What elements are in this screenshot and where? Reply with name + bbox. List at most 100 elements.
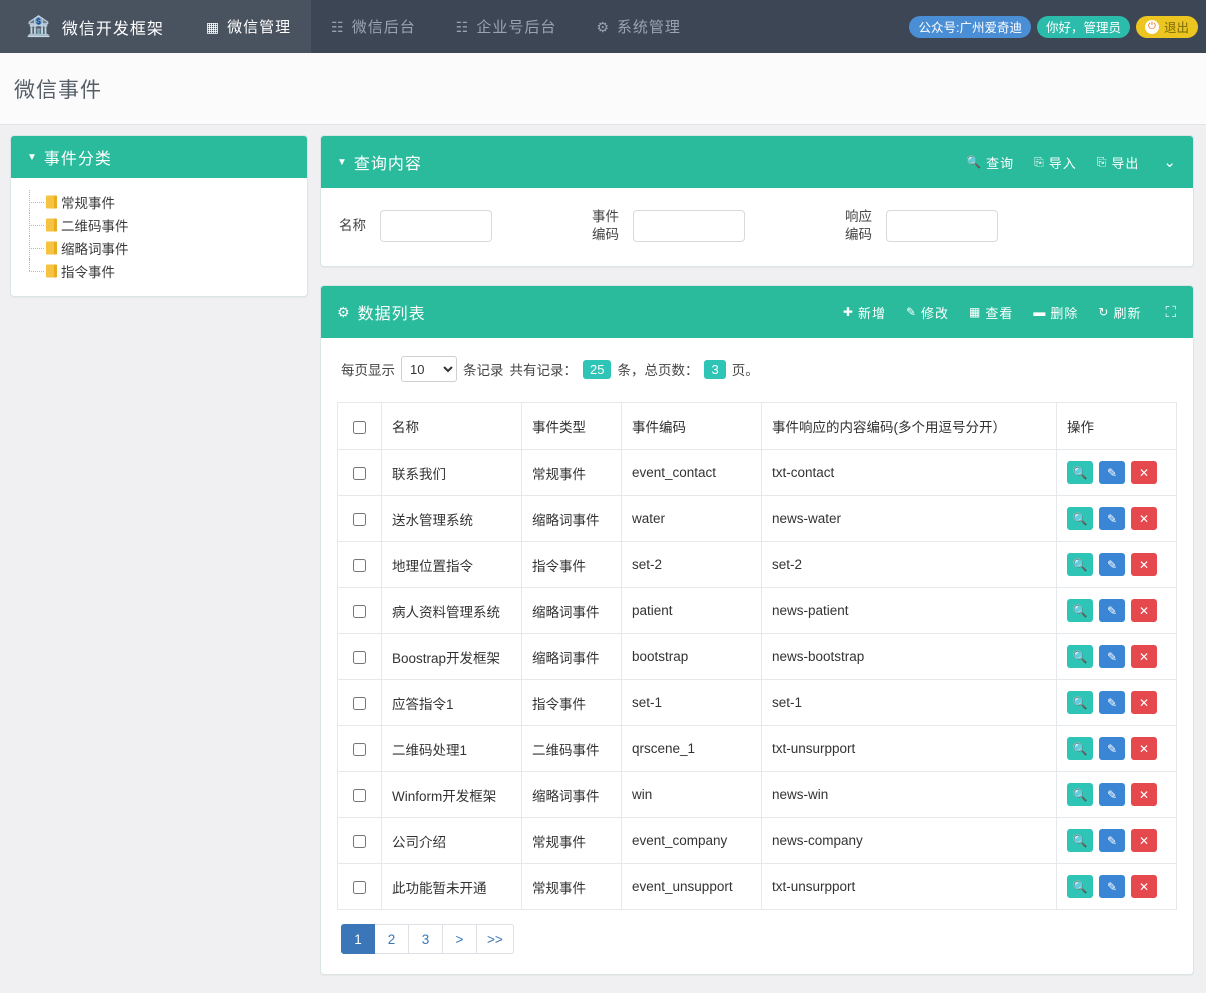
pencil-icon-button[interactable]: ✎ [1099, 507, 1125, 531]
table-row[interactable]: 公司介绍 常规事件 event_company news-company 🔍 ✎… [337, 817, 1177, 865]
logout-label: 退出 [1163, 21, 1189, 35]
pencil-icon-button[interactable]: ✎ [1099, 829, 1125, 853]
cell-type: 指令事件 [521, 679, 622, 727]
table-row[interactable]: 应答指令1 指令事件 set-1 set-1 🔍 ✎ ✕ [337, 679, 1177, 727]
nav-item-wechat-backend[interactable]: ☷ 微信后台 [311, 0, 436, 53]
column-header-name[interactable]: 名称 [381, 402, 522, 451]
row-checkbox[interactable] [353, 605, 366, 619]
cell-name: 二维码处理1 [381, 725, 522, 773]
cell-response: set-1 [761, 679, 1057, 727]
add-button[interactable]: ✚ 新增 [843, 303, 886, 322]
pencil-icon-button[interactable]: ✎ [1099, 783, 1125, 807]
delete-button[interactable]: ▬ 删除 [1033, 303, 1078, 322]
left-column: ▼ 事件分类 常规事件 二维码事件 缩略词事件 指令事件 [10, 135, 308, 315]
search-button[interactable]: 🔍 查询 [966, 153, 1014, 172]
nav-item-system-management[interactable]: ⚙ 系统管理 [576, 0, 701, 53]
column-header-type[interactable]: 事件类型 [521, 402, 622, 451]
column-header-response[interactable]: 事件响应的内容编码(多个用逗号分开） [761, 402, 1057, 451]
row-checkbox[interactable] [353, 697, 366, 711]
row-checkbox[interactable] [353, 559, 366, 573]
row-select-cell [337, 817, 382, 865]
edit-button[interactable]: ✎ 修改 [906, 303, 949, 322]
apps-icon: ☷ [331, 18, 345, 35]
row-checkbox[interactable] [353, 789, 366, 803]
name-field-label: 名称 [339, 218, 366, 234]
table-row[interactable]: 二维码处理1 二维码事件 qrscene_1 txt-unsurpport 🔍 … [337, 725, 1177, 773]
close-icon-button[interactable]: ✕ [1131, 691, 1157, 715]
magnifier-icon-button[interactable]: 🔍 [1067, 461, 1093, 485]
pencil-icon-button[interactable]: ✎ [1099, 645, 1125, 669]
row-checkbox[interactable] [353, 513, 366, 527]
logout-button[interactable]: ⏻ 退出 [1135, 15, 1198, 38]
pencil-icon-button[interactable]: ✎ [1099, 461, 1125, 485]
last-page-button[interactable]: >> [477, 924, 514, 955]
close-icon-button[interactable]: ✕ [1131, 645, 1157, 669]
qr-icon: ☷ [455, 18, 470, 35]
minus-icon: ▬ [1033, 305, 1047, 320]
row-checkbox[interactable] [353, 467, 366, 481]
close-icon-button[interactable]: ✕ [1131, 875, 1157, 899]
page-size-select[interactable]: 10 [401, 356, 457, 383]
table-row[interactable]: 地理位置指令 指令事件 set-2 set-2 🔍 ✎ ✕ [337, 541, 1177, 589]
cell-code: patient [621, 587, 762, 635]
page-button-1[interactable]: 1 [341, 924, 375, 955]
magnifier-icon-button[interactable]: 🔍 [1067, 875, 1093, 899]
close-icon-button[interactable]: ✕ [1131, 461, 1157, 485]
row-checkbox[interactable] [353, 651, 366, 665]
pencil-icon-button[interactable]: ✎ [1099, 737, 1125, 761]
row-select-cell [337, 633, 382, 681]
tree-item-regular-event[interactable]: 常规事件 [29, 190, 307, 213]
close-icon-button[interactable]: ✕ [1131, 829, 1157, 853]
brand-logo[interactable]: 🏦 微信开发框架 [0, 0, 186, 53]
magnifier-icon-button[interactable]: 🔍 [1067, 645, 1093, 669]
refresh-button[interactable]: ↻ 刷新 [1098, 303, 1141, 322]
pencil-icon-button[interactable]: ✎ [1099, 691, 1125, 715]
close-icon-button[interactable]: ✕ [1131, 553, 1157, 577]
page-button-2[interactable]: 2 [375, 924, 409, 955]
tree-item-qrcode-event[interactable]: 二维码事件 [29, 213, 307, 236]
table-row[interactable]: 病人资料管理系统 缩略词事件 patient news-patient 🔍 ✎ … [337, 587, 1177, 635]
row-checkbox[interactable] [353, 835, 366, 849]
chevron-down-icon[interactable]: ⌄ [1163, 153, 1177, 171]
event-code-input[interactable] [633, 210, 745, 243]
table-row[interactable]: Boostrap开发框架 缩略词事件 bootstrap news-bootst… [337, 633, 1177, 681]
magnifier-icon-button[interactable]: 🔍 [1067, 737, 1093, 761]
expand-icon[interactable]: ⛶ [1165, 304, 1177, 321]
caret-down-icon[interactable]: ▼ [27, 152, 38, 163]
row-checkbox[interactable] [353, 881, 366, 895]
table-row[interactable]: Winform开发框架 缩略词事件 win news-win 🔍 ✎ ✕ [337, 771, 1177, 819]
export-button[interactable]: ⎘ 导出 [1097, 153, 1140, 172]
table-row[interactable]: 此功能暂未开通 常规事件 event_unsupport txt-unsurpp… [337, 863, 1177, 911]
pencil-icon-button[interactable]: ✎ [1099, 599, 1125, 623]
next-page-button[interactable]: > [443, 924, 477, 955]
close-icon-button[interactable]: ✕ [1131, 507, 1157, 531]
table-row[interactable]: 联系我们 常规事件 event_contact txt-contact 🔍 ✎ … [337, 449, 1177, 497]
table-row[interactable]: 送水管理系统 缩略词事件 water news-water 🔍 ✎ ✕ [337, 495, 1177, 543]
caret-down-icon[interactable]: ▼ [337, 157, 348, 168]
column-header-code[interactable]: 事件编码 [621, 402, 762, 451]
cell-response: news-win [761, 771, 1057, 819]
magnifier-icon-button[interactable]: 🔍 [1067, 691, 1093, 715]
magnifier-icon-button[interactable]: 🔍 [1067, 599, 1093, 623]
magnifier-icon-button[interactable]: 🔍 [1067, 783, 1093, 807]
close-icon-button[interactable]: ✕ [1131, 783, 1157, 807]
name-input[interactable] [380, 210, 492, 243]
row-checkbox[interactable] [353, 743, 366, 757]
magnifier-icon-button[interactable]: 🔍 [1067, 829, 1093, 853]
tree-item-abbreviation-event[interactable]: 缩略词事件 [29, 236, 307, 259]
magnifier-icon-button[interactable]: 🔍 [1067, 507, 1093, 531]
select-all-checkbox[interactable] [353, 420, 366, 434]
pencil-icon-button[interactable]: ✎ [1099, 553, 1125, 577]
magnifier-icon-button[interactable]: 🔍 [1067, 553, 1093, 577]
nav-item-wechat-management[interactable]: ▦ 微信管理 [185, 0, 312, 53]
nav-item-enterprise-backend[interactable]: ☷ 企业号后台 [436, 0, 577, 53]
close-icon-button[interactable]: ✕ [1131, 599, 1157, 623]
close-icon-button[interactable]: ✕ [1131, 737, 1157, 761]
page-button-3[interactable]: 3 [409, 924, 443, 955]
pencil-icon-button[interactable]: ✎ [1099, 875, 1125, 899]
import-button[interactable]: ⎘ 导入 [1034, 153, 1077, 172]
tree-item-command-event[interactable]: 指令事件 [29, 259, 307, 282]
view-button[interactable]: ▦ 查看 [969, 303, 1013, 322]
account-badge[interactable]: 公众号:广州爱奇迪 [909, 15, 1031, 38]
response-code-input[interactable] [886, 210, 998, 243]
